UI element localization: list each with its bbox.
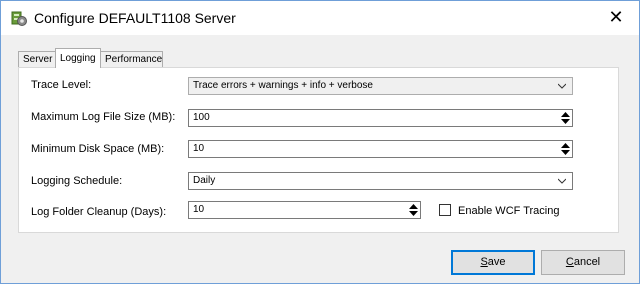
close-icon: ✕ <box>608 7 624 27</box>
logging-schedule-value: Daily <box>193 175 216 186</box>
window-title: Configure DEFAULT1108 Server <box>34 10 236 26</box>
server-config-icon <box>11 11 27 26</box>
title-bar[interactable]: Configure DEFAULT1108 Server ✕ <box>1 1 639 35</box>
spinner-arrows-icon[interactable] <box>560 142 571 156</box>
wcf-tracing-checkbox[interactable] <box>439 204 451 216</box>
cancel-button-mnemonic: C <box>565 256 574 268</box>
configure-server-dialog: Configure DEFAULT1108 Server ✕ Server Lo… <box>0 0 640 284</box>
trace-level-select[interactable]: Trace errors + warnings + info + verbose <box>188 77 573 95</box>
tab-server[interactable]: Server <box>18 51 56 67</box>
wcf-tracing-label[interactable]: Enable WCF Tracing <box>458 205 559 217</box>
close-button[interactable]: ✕ <box>593 1 639 35</box>
max-log-size-label: Maximum Log File Size (MB): <box>31 111 176 123</box>
max-log-size-field[interactable]: 100 <box>188 109 573 127</box>
log-cleanup-value: 10 <box>193 204 205 215</box>
tab-performance[interactable]: Performance <box>100 51 163 67</box>
spinner-arrows-icon[interactable] <box>560 111 571 125</box>
chevron-down-icon <box>558 83 566 89</box>
chevron-down-icon <box>558 178 566 184</box>
log-cleanup-field[interactable]: 10 <box>188 201 421 219</box>
trace-level-label: Trace Level: <box>31 79 92 91</box>
cancel-button-label: ancel <box>573 256 601 268</box>
max-log-size-value: 100 <box>193 112 210 123</box>
log-cleanup-label: Log Folder Cleanup (Days): <box>31 206 167 218</box>
min-disk-space-value: 10 <box>193 143 205 154</box>
min-disk-space-label: Minimum Disk Space (MB): <box>31 143 165 155</box>
trace-level-value: Trace errors + warnings + info + verbose <box>193 80 373 91</box>
save-button-mnemonic: S <box>480 256 488 268</box>
cancel-button[interactable]: Cancel <box>541 250 625 275</box>
logging-schedule-select[interactable]: Daily <box>188 172 573 190</box>
logging-schedule-label: Logging Schedule: <box>31 175 123 187</box>
save-button[interactable]: Save <box>451 250 535 275</box>
tab-logging[interactable]: Logging <box>55 48 101 68</box>
logging-panel: Trace Level: Trace errors + warnings + i… <box>18 67 619 233</box>
save-button-label: ave <box>487 256 506 268</box>
min-disk-space-field[interactable]: 10 <box>188 140 573 158</box>
spinner-arrows-icon[interactable] <box>408 203 419 217</box>
